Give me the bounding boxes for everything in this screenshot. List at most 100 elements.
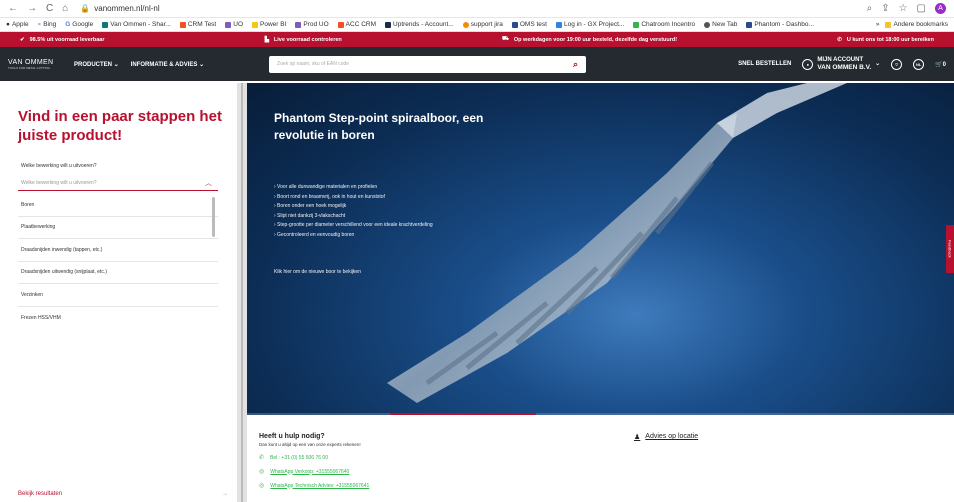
uptrends-icon [385,21,392,28]
usp-delivery: ⛟ Op werkdagen voor 19:00 uur besteld, de… [501,36,678,43]
bookmark-item[interactable]: Power BI [252,21,286,28]
carousel-indicator[interactable] [390,413,536,415]
option-item[interactable]: Frezen HSS/VHM [18,307,218,330]
help-section: Heeft u hulp nodig? Dan kunt u altijd op… [259,433,899,489]
bookmark-item[interactable]: ⌕ Bing [38,21,57,29]
google-icon: G [65,21,71,28]
forward-icon[interactable]: → [27,3,37,14]
lock-icon: 🔒 [80,4,91,13]
bookmark-item[interactable]: ● Apple [6,21,29,28]
cart-button[interactable]: 🛒0 [935,61,946,68]
hero-cta-link[interactable]: Klik hier om de nieuwe boor te bekijken [274,269,361,275]
menu-informatie[interactable]: INFORMATIE & ADVIES ⌄ [131,61,204,68]
options-scrollbar[interactable] [212,197,215,237]
bookmark-item[interactable]: OMS test [511,21,547,28]
search-icon: ⌕ [37,20,42,28]
prod-uo-icon [295,21,302,28]
profile-avatar[interactable]: A [935,3,946,14]
browser-nav: ← → C ⌂ [8,3,68,14]
heart-icon[interactable]: ♡ [891,58,903,70]
reload-icon[interactable]: C [46,3,53,14]
bookmark-item[interactable]: Prod UO [295,21,329,28]
bookmarks-bar: ● Apple ⌕ Bing G Google Van Ommen - Shar...… [0,18,954,32]
logo-text: VAN OMMEN [8,58,54,66]
bookmark-item[interactable]: Phantom - Dashbo... [746,21,814,28]
usp-phone[interactable]: ✆ U kunt ons tot 18:00 uur bereiken [837,37,934,43]
hero-banner[interactable]: Phantom Step-point spiraalboor, een revo… [247,83,954,415]
view-results-button[interactable]: Bekijk resultaten → [18,491,228,497]
phone-contact[interactable]: ✆ Bel : +31 (0) 55 506 76 00 [259,454,899,462]
address-bar[interactable]: 🔒 vanommen.nl/nl-nl [80,4,159,13]
account-menu[interactable]: ● MIJN ACCOUNT VAN OMMEN B.V. ⌄ [802,57,880,71]
bookmark-item[interactable]: Uptrends - Account... [385,21,454,28]
share-icon[interactable]: ⇪ [881,3,889,14]
search-input[interactable]: Zoek op naam, sku of EAN code ⌕ [269,55,587,73]
phantom-icon [746,21,753,28]
feedback-tab[interactable]: Feedback [946,225,954,273]
oms-icon [511,21,518,28]
help-title: Heeft u hulp nodig? [259,433,325,440]
usp-live-stock[interactable]: ▙ Live voorraad controleren [265,37,342,43]
quick-order-link[interactable]: SNEL BESTELLEN [738,61,791,67]
new-tab-icon [704,21,711,28]
bookmark-item[interactable]: UO [225,21,243,28]
powerbi-icon [252,21,258,28]
star-icon[interactable]: ☆ [899,3,908,14]
bookmark-item[interactable]: Log in - GX Project... [555,21,624,28]
nav-right: SNEL BESTELLEN ● MIJN ACCOUNT VAN OMMEN B… [738,57,946,71]
phone-icon: ✆ [259,455,265,461]
bookmark-item[interactable]: New Tab [704,21,737,28]
option-item[interactable]: Verzinken [18,284,218,307]
sidepanel-icon[interactable]: ▢ [917,3,926,14]
jira-icon [462,21,469,28]
menu-producten[interactable]: PRODUCTEN ⌄ [74,61,119,68]
option-item[interactable]: Plaatbewerking [18,217,218,239]
folder-icon [885,21,892,28]
home-icon[interactable]: ⌂ [62,3,68,14]
bookmark-item[interactable]: Van Ommen - Shar... [102,21,171,28]
main-nav: VAN OMMEN TOOLS FOR METAL CUTTING PRODUC… [0,47,954,81]
usp-stock: ✔ 98.5% uit voorraad leverbaar [20,36,105,43]
page-content: Vind in een paar stappen het juiste prod… [0,83,954,502]
search-icon[interactable]: ⌕ [867,3,873,14]
chevron-up-icon: ︿ [205,180,212,187]
language-selector[interactable]: NL [913,58,925,70]
logo[interactable]: VAN OMMEN TOOLS FOR METAL CUTTING [8,59,56,70]
other-bookmarks[interactable]: Andere bookmarks [885,21,948,28]
whatsapp-sales[interactable]: ◎ WhatsApp Verkoop: +31555067640 [259,468,899,476]
help-subtitle: Dan kunt u altijd op een van onze expert… [259,442,361,447]
product-finder: Vind in een paar stappen het juiste prod… [0,83,237,502]
search-icon[interactable]: ⌕ [573,59,578,70]
advies-op-locatie-link[interactable]: ♟ Advies op locatie [634,433,698,441]
bookmark-item[interactable]: G Google [65,21,93,28]
chevron-down-icon: ⌄ [199,61,205,68]
user-icon: ● [802,58,814,70]
chevron-down-icon: ⌄ [113,61,119,68]
browser-actions: ⌕ ⇪ ☆ ▢ A [867,3,946,14]
bookmarks-more[interactable]: » [876,21,880,28]
apple-icon: ● [6,21,10,28]
back-icon[interactable]: ← [8,3,18,14]
truck-icon: ⛟ [501,36,509,42]
gx-icon [555,21,562,28]
uo-icon [225,21,232,28]
url-text[interactable]: vanommen.nl/nl-nl [94,4,159,13]
options-list: Boren Plaatbewerking Draadsnijden inwend… [18,194,218,329]
finder-question: Welke bewerking wilt u uitvoeren? [21,163,97,169]
option-item[interactable]: Draadsnijden inwendig (tappen, etc.) [18,239,218,262]
option-item[interactable]: Draadsnijden uitwendig (snijplaat, etc.) [18,262,218,284]
bookmark-item[interactable]: ACC CRM [337,21,376,28]
search-placeholder: Zoek op naam, sku of EAN code [277,61,350,67]
bookmark-item[interactable]: Chatroom Incentro [633,21,695,28]
option-item[interactable]: Boren [18,194,218,217]
bookmark-item[interactable]: support jira [462,21,503,28]
acc-crm-icon [337,21,344,28]
bookmarks-right: » Andere bookmarks [876,21,948,28]
bookmark-item[interactable]: CRM Test [179,21,216,28]
operation-select[interactable]: Welke bewerking wilt u uitvoeren? ︿ [18,176,218,191]
panel-divider[interactable] [237,83,247,502]
user-pin-icon: ♟ [634,434,641,441]
whatsapp-tech[interactable]: ◎ WhatsApp Technisch Advies: +31555067641 [259,482,899,490]
hero-bullet: › Voor alle dunwandige materialen en pro… [274,184,378,190]
primary-menu: PRODUCTEN ⌄ INFORMATIE & ADVIES ⌄ [74,61,204,68]
